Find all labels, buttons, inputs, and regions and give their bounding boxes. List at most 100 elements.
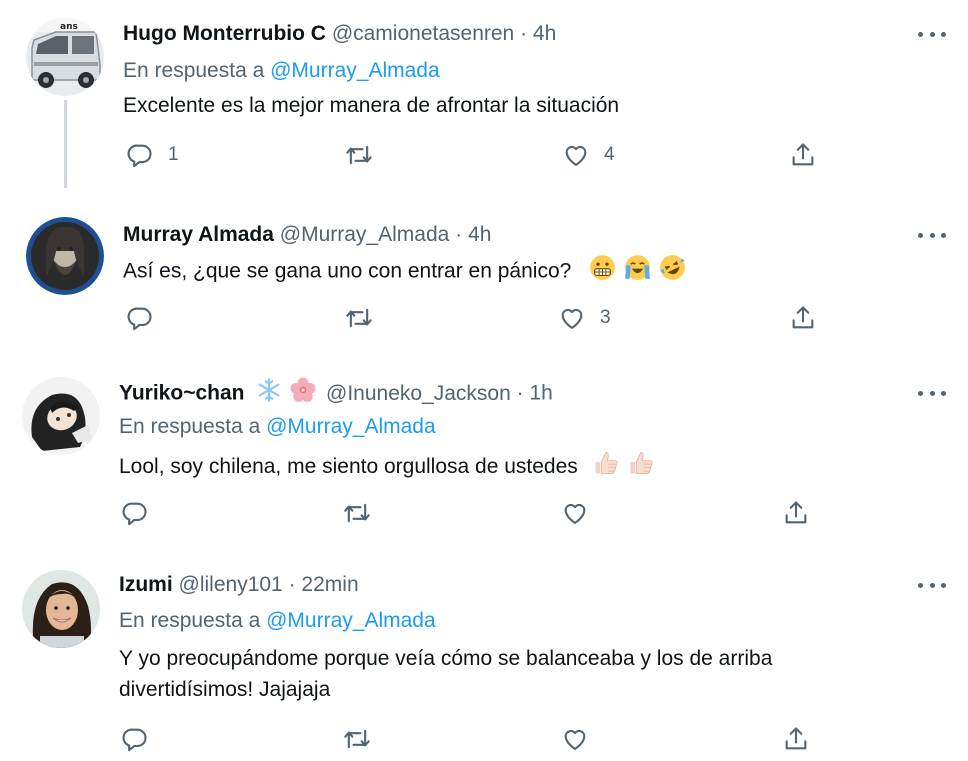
timestamp[interactable]: 22min	[301, 573, 358, 596]
tweet[interactable]: Izumi @lileny101 · 22min En respuesta a …	[0, 547, 968, 761]
tweet-text-row: Así es, ¿que se gana uno con entrar en p…	[123, 254, 686, 290]
retweet-icon	[345, 141, 373, 169]
author-name[interactable]: Hugo Monterrubio C	[123, 22, 326, 45]
retweet-button[interactable]	[343, 725, 371, 753]
author-handle[interactable]: @camionetasenren	[332, 22, 514, 45]
tweet-actions: 1 4	[0, 141, 968, 175]
more-options-icon[interactable]	[918, 225, 946, 245]
loudly-crying-face-emoji-icon	[624, 254, 651, 290]
author-name[interactable]: Izumi	[119, 573, 173, 596]
tweet-text: Y yo preocupándome porque veía cómo se b…	[119, 643, 772, 705]
like-button[interactable]	[561, 499, 589, 527]
tweet[interactable]: Yuriko~chan @Inuneko_Jackson · 1h En res…	[0, 355, 968, 547]
timestamp[interactable]: 4h	[468, 223, 491, 246]
reply-button[interactable]	[126, 304, 154, 332]
avatar[interactable]: ans	[26, 18, 104, 96]
like-count: 4	[604, 144, 615, 165]
van-photo-icon: ans	[26, 18, 104, 96]
retweet-button[interactable]	[343, 499, 371, 527]
author-handle[interactable]: @Murray_Almada	[280, 223, 450, 246]
tweet-actions: 3	[0, 304, 968, 338]
reply-icon	[126, 141, 154, 169]
thumbs-up-emoji-icon	[627, 449, 655, 486]
author-handle[interactable]: @lileny101	[179, 573, 283, 596]
share-icon	[789, 141, 817, 169]
reply-context: En respuesta a @Murray_Almada	[119, 607, 436, 635]
retweet-icon	[343, 499, 371, 527]
reply-icon	[126, 304, 154, 332]
rolling-laughing-emoji-icon	[659, 254, 686, 290]
tweet-actions	[0, 499, 968, 533]
avatar[interactable]	[22, 377, 100, 455]
timestamp[interactable]: 1h	[529, 382, 552, 405]
more-options-icon[interactable]	[918, 383, 946, 403]
like-button[interactable]: 3	[558, 304, 611, 332]
like-count: 3	[600, 307, 611, 328]
tweet-text-line: divertidísimos! Jajajaja	[119, 678, 331, 701]
anime-girl-photo-icon	[22, 377, 100, 455]
avatar[interactable]	[22, 570, 100, 648]
tweet[interactable]: Murray Almada @Murray_Almada · 4h Así es…	[0, 195, 968, 355]
tweet-text: Así es, ¿que se gana uno con entrar en p…	[123, 259, 572, 283]
share-icon	[782, 725, 810, 753]
tweet-header: Hugo Monterrubio C @camionetasenren · 4h	[123, 20, 556, 48]
separator-dot: ·	[520, 22, 528, 45]
reply-context-label: En respuesta a	[119, 415, 261, 438]
heart-icon	[561, 499, 589, 527]
author-name[interactable]: Yuriko~chan	[119, 382, 244, 405]
reply-button[interactable]	[121, 725, 149, 753]
smiling-woman-photo-icon	[22, 570, 100, 648]
share-button[interactable]	[782, 725, 810, 753]
snowflake-emoji-icon	[256, 377, 282, 411]
retweet-icon	[343, 725, 371, 753]
author-handle[interactable]: @Inuneko_Jackson	[326, 382, 511, 405]
reply-context: En respuesta a @Murray_Almada	[119, 413, 436, 441]
grimacing-face-emoji-icon	[589, 254, 616, 290]
tweet-text-row: Lool, soy chilena, me siento orgullosa d…	[119, 449, 655, 486]
share-button[interactable]	[782, 499, 810, 527]
reply-count: 1	[168, 144, 179, 165]
tweet[interactable]: ans Hugo Monterrubio C @camionetasenren …	[0, 0, 968, 195]
share-icon	[782, 499, 810, 527]
separator-dot: ·	[288, 573, 296, 596]
timestamp[interactable]: 4h	[533, 22, 556, 45]
tweet-text: Lool, soy chilena, me siento orgullosa d…	[119, 455, 578, 479]
reply-to-handle[interactable]: @Murray_Almada	[270, 59, 440, 82]
svg-text:ans: ans	[60, 22, 78, 32]
reply-to-handle[interactable]: @Murray_Almada	[266, 609, 436, 632]
avatar[interactable]	[26, 217, 104, 295]
heart-icon	[562, 141, 590, 169]
author-name[interactable]: Murray Almada	[123, 223, 274, 246]
reply-icon	[121, 499, 149, 527]
tweet-text-line: Y yo preocupándome porque veía cómo se b…	[119, 647, 773, 670]
heart-icon	[561, 725, 589, 753]
bearded-man-photo-icon	[26, 217, 104, 295]
heart-icon	[558, 304, 586, 332]
retweet-button[interactable]	[345, 304, 373, 332]
share-button[interactable]	[789, 141, 817, 169]
reply-context: En respuesta a @Murray_Almada	[123, 57, 440, 85]
share-button[interactable]	[789, 304, 817, 332]
separator-dot: ·	[455, 223, 463, 246]
reply-button[interactable]: 1	[126, 141, 179, 169]
tweet-actions	[0, 725, 968, 759]
tweet-text: Excelente es la mejor manera de afrontar…	[123, 94, 620, 117]
more-options-icon[interactable]	[918, 24, 946, 44]
tweet-header: Murray Almada @Murray_Almada · 4h	[123, 221, 491, 249]
cherry-blossom-emoji-icon	[290, 377, 316, 411]
retweet-icon	[345, 304, 373, 332]
tweet-header: Izumi @lileny101 · 22min	[119, 571, 359, 599]
reply-context-label: En respuesta a	[123, 59, 265, 82]
reply-icon	[121, 725, 149, 753]
share-icon	[789, 304, 817, 332]
tweet-header: Yuriko~chan @Inuneko_Jackson · 1h	[119, 377, 553, 411]
reply-to-handle[interactable]: @Murray_Almada	[266, 415, 436, 438]
like-button[interactable]: 4	[562, 141, 615, 169]
separator-dot: ·	[516, 381, 524, 405]
reply-button[interactable]	[121, 499, 149, 527]
more-options-icon[interactable]	[918, 575, 946, 595]
reply-context-label: En respuesta a	[119, 609, 261, 632]
like-button[interactable]	[561, 725, 589, 753]
retweet-button[interactable]	[345, 141, 373, 169]
thumbs-up-emoji-icon	[592, 449, 620, 486]
